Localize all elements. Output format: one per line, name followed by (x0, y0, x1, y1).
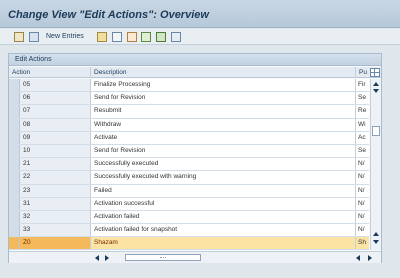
horizontal-scrollbar[interactable] (9, 251, 381, 263)
row-selector[interactable] (9, 197, 20, 210)
column-header-pu[interactable]: Pu (356, 67, 369, 78)
cell-pu: Fir (358, 81, 366, 88)
cell-pu: N/ (358, 186, 365, 194)
table-row[interactable]: 08 Withdraw Wi (9, 118, 369, 132)
cell-action[interactable]: Z0 (20, 237, 91, 250)
row-selector[interactable] (9, 131, 20, 144)
scroll-right-end-icon[interactable] (368, 255, 372, 261)
display-icon[interactable] (29, 32, 39, 42)
cell-action: 31 (20, 197, 91, 210)
table-row[interactable]: 06 Send for Revision Se (9, 92, 369, 106)
row-selector[interactable] (9, 224, 20, 237)
vertical-scroll-thumb[interactable] (372, 126, 380, 136)
table-row[interactable]: 22 Successfully executed with warning N/ (9, 171, 369, 185)
cell-pu: N/ (358, 160, 365, 168)
cell-description: Activation successful (91, 197, 356, 210)
row-selector[interactable] (9, 158, 20, 171)
horizontal-scroll-thumb[interactable] (125, 254, 201, 261)
cell-action: 06 (20, 92, 91, 105)
column-settings-icon[interactable] (370, 68, 380, 77)
table-row-selected[interactable]: Z0 Shazam Sh (9, 237, 369, 251)
cell-action: 07 (20, 105, 91, 118)
cell-description: Activation failed for snapshot (91, 224, 356, 237)
table-row[interactable]: 07 Resubmit Re (9, 105, 369, 119)
cell-action: 10 (20, 144, 91, 158)
cell-description: Finalize Processing (91, 79, 356, 92)
new-entries-button[interactable]: New Entries (46, 33, 84, 40)
cell-pu: N/ (358, 199, 365, 207)
scroll-page-up-icon[interactable] (373, 232, 379, 236)
cell-description: Resubmit (91, 105, 356, 118)
row-selector[interactable] (9, 210, 20, 224)
cell-description: Successfully executed with warning (91, 171, 356, 184)
cell-pu: Re (358, 107, 367, 115)
row-selector[interactable] (9, 92, 20, 105)
cell-description: Failed (91, 184, 356, 197)
cell-pu: Se (358, 94, 366, 102)
row-selector[interactable] (9, 118, 20, 131)
table-row[interactable]: 33 Activation failed for snapshot N/ (9, 224, 369, 238)
cell-action: 32 (20, 210, 91, 224)
column-header-action[interactable]: Action (9, 67, 91, 78)
table-row[interactable]: 31 Activation successful N/ (9, 197, 369, 211)
edit-pencil-icon[interactable] (14, 32, 24, 42)
cell-action: 05 (20, 79, 91, 92)
copy-icon[interactable] (97, 32, 107, 42)
delete-icon[interactable] (112, 32, 122, 42)
table-header: Action Description Pu (9, 67, 381, 78)
column-header-description[interactable]: Description (91, 67, 356, 78)
scroll-left-icon[interactable] (95, 255, 99, 261)
cell-action: 33 (20, 224, 91, 237)
cell-pu: N/ (358, 173, 365, 181)
row-selector[interactable] (9, 171, 20, 184)
row-selector[interactable] (9, 184, 20, 197)
row-selector[interactable] (9, 237, 20, 250)
edit-actions-table: Edit Actions Action Description Pu 05 Fi… (8, 53, 382, 263)
title-bar: Change View "Edit Actions": Overview (0, 0, 400, 28)
scroll-up-icon[interactable] (373, 82, 379, 86)
cell-pu: N/ (358, 226, 365, 234)
cell-description: Successfully executed (91, 158, 356, 171)
page-title: Change View "Edit Actions": Overview (8, 9, 209, 21)
row-selector[interactable] (9, 79, 20, 92)
table-row[interactable]: 10 Send for Revision Se (9, 144, 369, 159)
cell-pu: Wi (358, 120, 366, 128)
table-row[interactable]: 32 Activation failed N/ (9, 210, 369, 225)
table-title: Edit Actions (15, 56, 52, 63)
select-block-icon[interactable] (156, 32, 166, 42)
cell-pu: N/ (358, 212, 365, 220)
scroll-left-end-icon[interactable] (356, 255, 360, 261)
cell-description: Send for Revision (91, 92, 356, 105)
row-selector[interactable] (9, 105, 20, 118)
deselect-all-icon[interactable] (171, 32, 181, 42)
cell-action: 23 (20, 184, 91, 197)
cell-action: 08 (20, 118, 91, 131)
scroll-down-icon[interactable] (373, 89, 379, 93)
table-row[interactable]: 05 Finalize Processing Fir (9, 79, 369, 93)
table-title-bar: Edit Actions (9, 54, 381, 66)
cell-description: Withdraw (91, 118, 356, 131)
cell-description[interactable]: Shazam (91, 237, 356, 250)
table-row[interactable]: 09 Activate Ac (9, 131, 369, 145)
cell-action: 22 (20, 171, 91, 184)
table-row[interactable]: 21 Successfully executed N/ (9, 158, 369, 172)
cell-description: Send for Revision (91, 144, 356, 158)
cell-description: Activate (91, 131, 356, 144)
table-row[interactable]: 23 Failed N/ (9, 184, 369, 198)
cell-action: 09 (20, 131, 91, 144)
select-all-icon[interactable] (141, 32, 151, 42)
table-body: 05 Finalize Processing Fir 06 Send for R… (9, 79, 369, 251)
cell-pu[interactable]: Sh (356, 237, 369, 250)
cell-pu: Ac (358, 133, 366, 141)
scroll-page-down-icon[interactable] (373, 240, 379, 244)
cell-pu: Se (358, 146, 366, 154)
scroll-right-icon[interactable] (105, 255, 109, 261)
vertical-scrollbar[interactable] (370, 79, 381, 250)
cell-action: 21 (20, 158, 91, 171)
application-toolbar: New Entries (0, 29, 400, 45)
undo-icon[interactable] (127, 32, 137, 42)
row-selector[interactable] (9, 144, 20, 158)
cell-description: Activation failed (91, 210, 356, 224)
